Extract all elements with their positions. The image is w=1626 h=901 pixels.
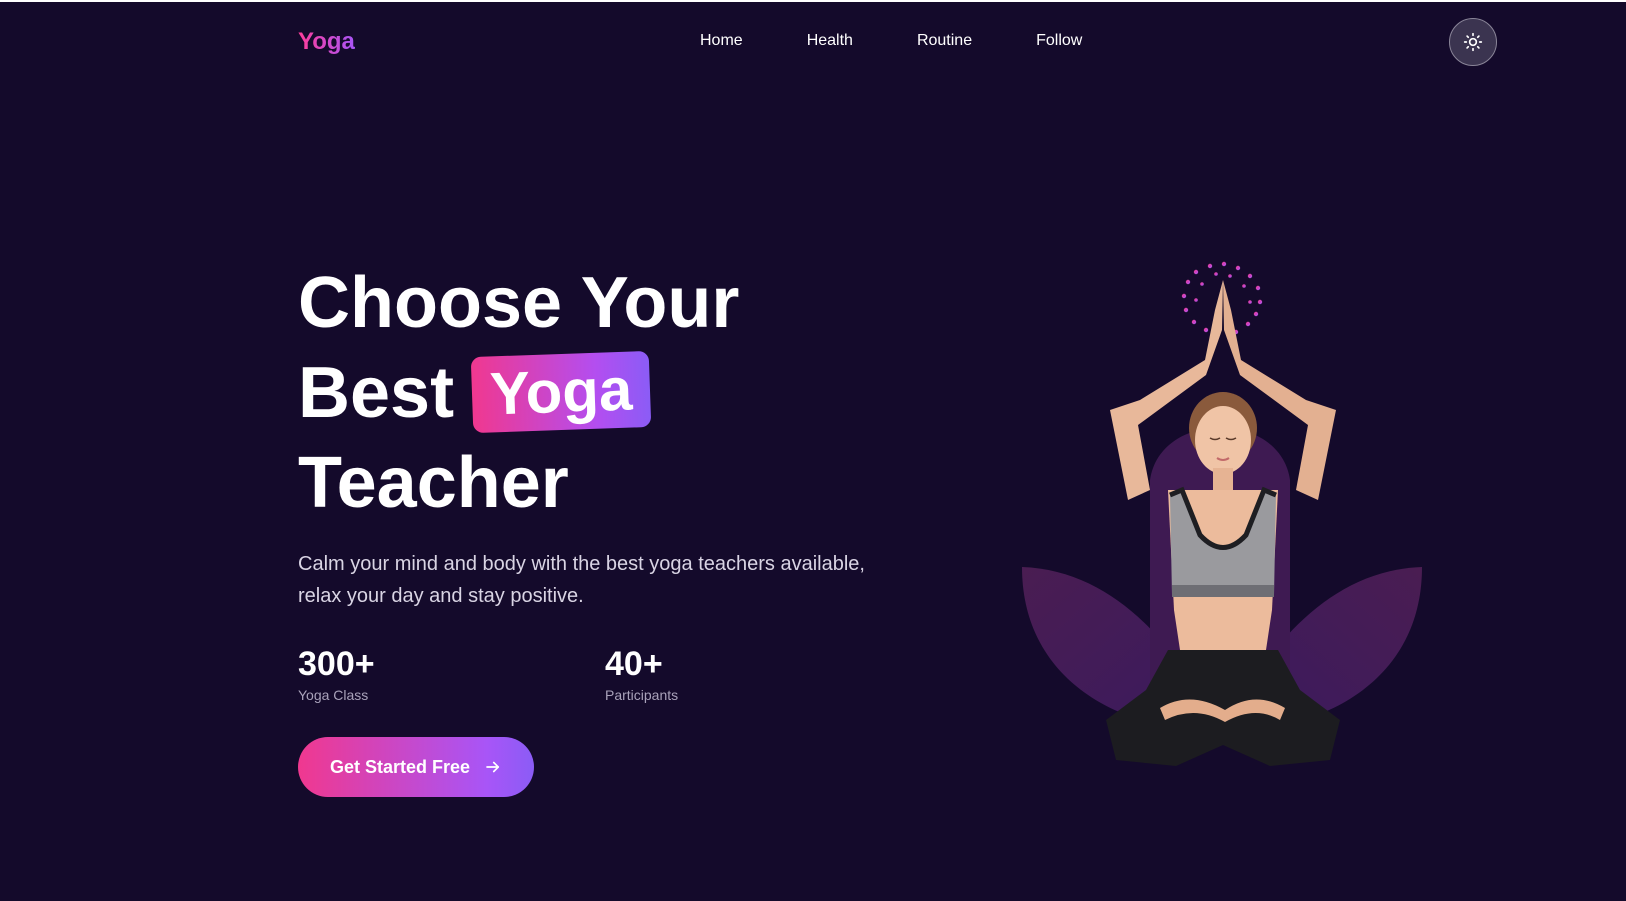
page: Yoga Home Health Routine Follow Choose Y…	[0, 0, 1626, 901]
yoga-woman-illustration	[1022, 261, 1422, 766]
face	[1195, 406, 1251, 474]
stat-label: Participants	[605, 687, 679, 703]
cta-label: Get Started Free	[329, 756, 471, 777]
headline-line-2: Best Yoga	[298, 348, 739, 438]
sun-icon	[1463, 32, 1483, 52]
nav-follow[interactable]: Follow	[1036, 32, 1082, 50]
stat-value: 300+	[298, 645, 375, 683]
get-started-button[interactable]: Get Started Free	[298, 737, 534, 797]
headline-line-3: Teacher	[298, 443, 569, 523]
hero-description: Calm your mind and body with the best yo…	[298, 553, 865, 607]
arrow-right-icon	[484, 758, 502, 776]
top-border	[0, 0, 1626, 2]
stat-yoga-class: 300+ Yoga Class	[298, 645, 375, 703]
stat-participants: 40+ Participants	[605, 645, 678, 703]
headline-highlight-badge: Yoga	[470, 350, 652, 434]
stat-value: 40+	[605, 645, 663, 683]
nav-home[interactable]: Home	[700, 32, 743, 50]
theme-toggle-button[interactable]	[1449, 18, 1497, 66]
stat-label: Yoga Class	[298, 687, 369, 703]
logo[interactable]: Yoga	[298, 28, 355, 56]
hero-headline: Choose Your Best Yoga Teacher	[298, 258, 739, 528]
nav-health[interactable]: Health	[807, 32, 853, 50]
nav-routine[interactable]: Routine	[917, 32, 972, 50]
headline-line-1: Choose Your	[298, 263, 740, 343]
main-nav: Home Health Routine Follow	[700, 32, 1146, 50]
headline-best: Best	[298, 353, 455, 433]
